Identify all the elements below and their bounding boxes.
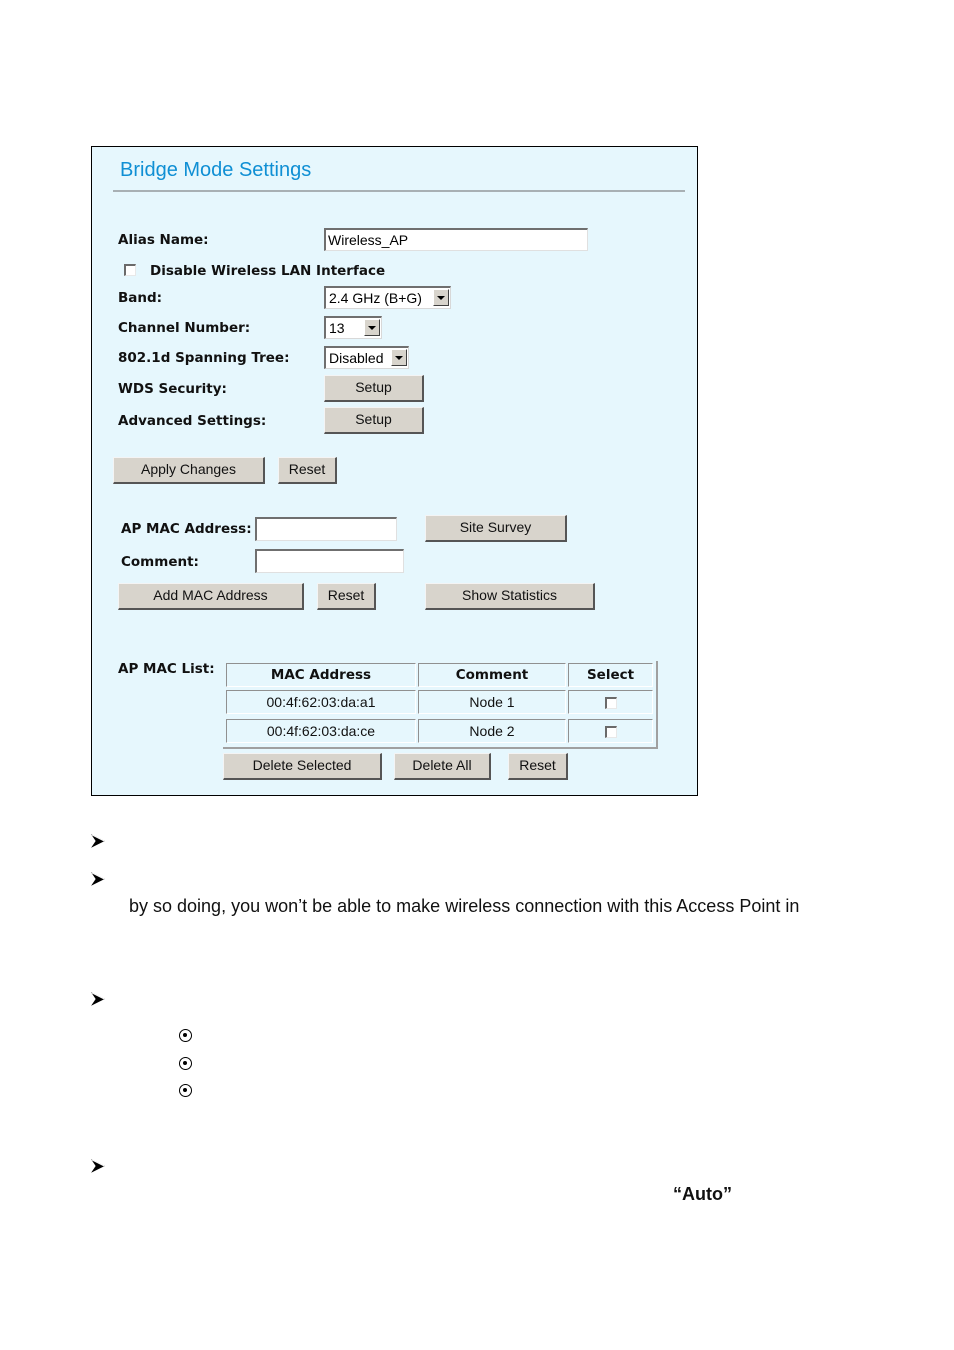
spanning-tree-value: Disabled bbox=[329, 350, 384, 366]
ap-mac-list-label: AP MAC List: bbox=[118, 661, 215, 677]
arrow-bullet-icon bbox=[91, 834, 105, 848]
title-divider bbox=[113, 190, 685, 192]
header-mac-address: MAC Address bbox=[226, 663, 416, 687]
comment-cell: Node 2 bbox=[418, 719, 566, 743]
circle-bullet-icon bbox=[179, 1057, 192, 1070]
delete-all-button[interactable]: Delete All bbox=[394, 753, 491, 780]
disable-wlan-checkbox[interactable] bbox=[124, 264, 136, 276]
circle-bullet-icon bbox=[179, 1029, 192, 1042]
comment-input[interactable] bbox=[255, 549, 404, 573]
chevron-down-icon[interactable] bbox=[433, 289, 449, 306]
chevron-down-icon[interactable] bbox=[391, 349, 407, 366]
circle-bullet-icon bbox=[179, 1084, 192, 1097]
arrow-bullet-icon bbox=[91, 992, 105, 1006]
band-select[interactable]: 2.4 GHz (B+G) bbox=[324, 286, 451, 309]
add-mac-address-button[interactable]: Add MAC Address bbox=[118, 583, 304, 610]
ap-mac-list-table: MAC Address Comment Select 00:4f:62:03:d… bbox=[223, 661, 658, 749]
band-value: 2.4 GHz (B+G) bbox=[329, 290, 422, 306]
arrow-bullet-icon bbox=[91, 1159, 105, 1173]
alias-name-input[interactable] bbox=[324, 228, 588, 251]
select-cell bbox=[568, 719, 653, 743]
mac-address-cell: 00:4f:62:03:da:ce bbox=[226, 719, 416, 743]
show-statistics-button[interactable]: Show Statistics bbox=[425, 583, 595, 610]
header-comment: Comment bbox=[418, 663, 566, 687]
spanning-tree-label: 802.1d Spanning Tree: bbox=[118, 350, 290, 366]
auto-quoted-text: “Auto” bbox=[673, 1184, 732, 1204]
band-label: Band: bbox=[118, 290, 163, 306]
reset-mac-button[interactable]: Reset bbox=[317, 583, 376, 610]
channel-number-select[interactable]: 13 bbox=[324, 316, 382, 339]
select-cell bbox=[568, 690, 653, 714]
advanced-settings-setup-button[interactable]: Setup bbox=[324, 407, 424, 434]
wds-security-label: WDS Security: bbox=[118, 381, 227, 397]
site-survey-button[interactable]: Site Survey bbox=[425, 515, 567, 542]
bridge-mode-settings-panel: Bridge Mode Settings Alias Name: Disable… bbox=[91, 146, 698, 796]
channel-number-label: Channel Number: bbox=[118, 320, 251, 336]
arrow-bullet-icon bbox=[91, 872, 105, 886]
ap-mac-address-label: AP MAC Address: bbox=[121, 521, 252, 537]
apply-changes-button[interactable]: Apply Changes bbox=[113, 457, 265, 484]
header-select: Select bbox=[568, 663, 653, 687]
disable-wlan-label: Disable Wireless LAN Interface bbox=[150, 263, 386, 279]
panel-title: Bridge Mode Settings bbox=[120, 159, 312, 181]
ap-mac-address-input[interactable] bbox=[255, 517, 397, 541]
row-select-checkbox[interactable] bbox=[605, 726, 617, 738]
advanced-settings-label: Advanced Settings: bbox=[118, 413, 267, 429]
reset-button[interactable]: Reset bbox=[278, 457, 337, 484]
alias-name-label: Alias Name: bbox=[118, 232, 209, 248]
reset-list-button[interactable]: Reset bbox=[508, 753, 568, 780]
chevron-down-icon[interactable] bbox=[364, 319, 380, 336]
wds-security-setup-button[interactable]: Setup bbox=[324, 375, 424, 402]
delete-selected-button[interactable]: Delete Selected bbox=[223, 753, 382, 780]
channel-number-value: 13 bbox=[329, 320, 345, 336]
row-select-checkbox[interactable] bbox=[605, 697, 617, 709]
comment-label: Comment: bbox=[121, 554, 199, 570]
comment-cell: Node 1 bbox=[418, 690, 566, 714]
body-text-line: by so doing, you won’t be able to make w… bbox=[129, 896, 800, 916]
spanning-tree-select[interactable]: Disabled bbox=[324, 346, 409, 369]
mac-address-cell: 00:4f:62:03:da:a1 bbox=[226, 690, 416, 714]
